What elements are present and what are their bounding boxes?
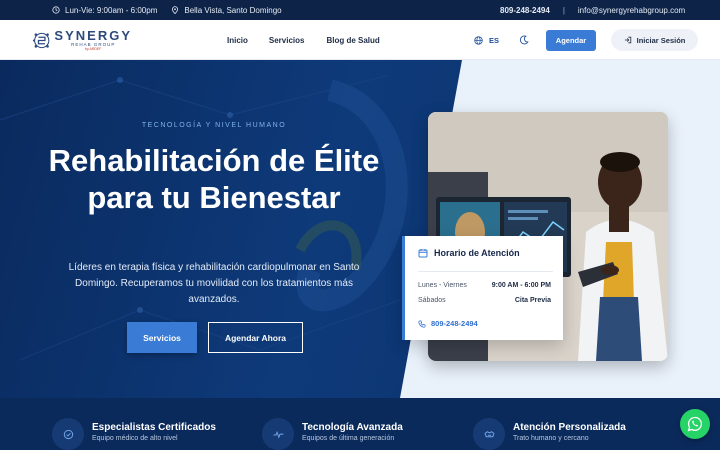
main-nav: Inicio Servicios Blog de Salud	[227, 20, 380, 60]
schedule-day: Sábados	[418, 297, 446, 304]
feature-item: Atención Personalizada Trato humano y ce…	[473, 398, 626, 450]
servicios-button[interactable]: Servicios	[127, 322, 197, 353]
hero-description: Líderes en terapia física y rehabilitaci…	[68, 262, 360, 305]
logo-by: by ARDEF	[85, 47, 102, 51]
location: Bella Vista, Santo Domingo	[171, 5, 282, 15]
login-icon	[624, 36, 631, 44]
hero-title: Rehabilitación de Élite para tu Bienesta…	[48, 143, 380, 215]
schedule-row: Sábados Cita Previa	[418, 297, 551, 304]
whatsapp-button[interactable]	[680, 409, 710, 439]
feature-title: Atención Personalizada	[513, 422, 626, 433]
dark-mode-toggle-icon[interactable]	[519, 35, 529, 45]
feature-subtitle: Equipo médico de alto nivel	[92, 435, 178, 442]
nav-servicios[interactable]: Servicios	[269, 36, 305, 45]
agendar-ahora-button[interactable]: Agendar Ahora	[208, 322, 303, 353]
topbar-email-link[interactable]: info@synergyrehabgroup.com	[578, 6, 685, 15]
shield-check-icon	[52, 418, 84, 450]
language-switcher[interactable]: ES	[474, 36, 499, 45]
site-header: SYNERGY REHAB GROUP by ARDEF Inicio Serv…	[0, 20, 720, 60]
schedule-time: Cita Previa	[514, 297, 551, 304]
login-button[interactable]: Iniciar Sesión	[611, 29, 699, 51]
language-label: ES	[489, 35, 500, 45]
login-label: Iniciar Sesión	[636, 35, 686, 45]
feature-subtitle: Trato humano y cercano	[513, 435, 589, 442]
site-logo[interactable]: SYNERGY REHAB GROUP by ARDEF	[32, 25, 132, 55]
schedule-time: 9:00 AM - 6:00 PM	[491, 282, 551, 289]
schedule-card: Horario de Atención Lunes - Viernes 9:00…	[402, 236, 563, 340]
features-strip: Especialistas Certificados Equipo médico…	[0, 398, 720, 450]
phone-icon	[418, 319, 426, 328]
topbar-separator: |	[562, 5, 565, 15]
feature-title: Tecnología Avanzada	[302, 422, 403, 433]
schedule-divider	[418, 271, 553, 272]
logo-name: SYNERGY	[54, 27, 132, 43]
feature-item: Especialistas Certificados Equipo médico…	[52, 398, 216, 450]
hero-eyebrow: TECNOLOGÍA Y NIVEL HUMANO	[141, 122, 287, 129]
location-text: Bella Vista, Santo Domingo	[184, 5, 282, 15]
handshake-icon	[473, 418, 505, 450]
agendar-button[interactable]: Agendar	[546, 29, 597, 51]
business-hours: Lun-Vie: 9:00am - 6:00pm	[52, 6, 157, 15]
feature-item: Tecnología Avanzada Equipos de última ge…	[262, 398, 403, 450]
nav-inicio[interactable]: Inicio	[227, 36, 248, 45]
whatsapp-icon	[687, 416, 703, 432]
globe-icon	[474, 35, 483, 45]
schedule-phone-link[interactable]: 809-248-2494	[418, 319, 478, 328]
heartbeat-icon	[262, 418, 294, 450]
feature-subtitle: Equipos de última generación	[302, 435, 395, 442]
business-hours-text: Lun-Vie: 9:00am - 6:00pm	[65, 5, 158, 15]
top-info-bar: Lun-Vie: 9:00am - 6:00pm Bella Vista, Sa…	[0, 0, 720, 20]
calendar-icon	[418, 249, 428, 258]
nav-blog[interactable]: Blog de Salud	[326, 36, 379, 45]
logo-molecule-icon	[32, 32, 50, 48]
topbar-phone-link[interactable]: 809-248-2494	[500, 6, 550, 15]
map-pin-icon	[171, 6, 179, 14]
schedule-title: Horario de Atención	[434, 248, 520, 258]
schedule-row: Lunes - Viernes 9:00 AM - 6:00 PM	[418, 282, 551, 289]
schedule-day: Lunes - Viernes	[418, 282, 467, 289]
clock-icon	[52, 6, 60, 14]
schedule-phone: 809-248-2494	[431, 319, 478, 328]
hero-section: TECNOLOGÍA Y NIVEL HUMANO Rehabilitación…	[0, 60, 720, 398]
feature-title: Especialistas Certificados	[92, 422, 216, 433]
